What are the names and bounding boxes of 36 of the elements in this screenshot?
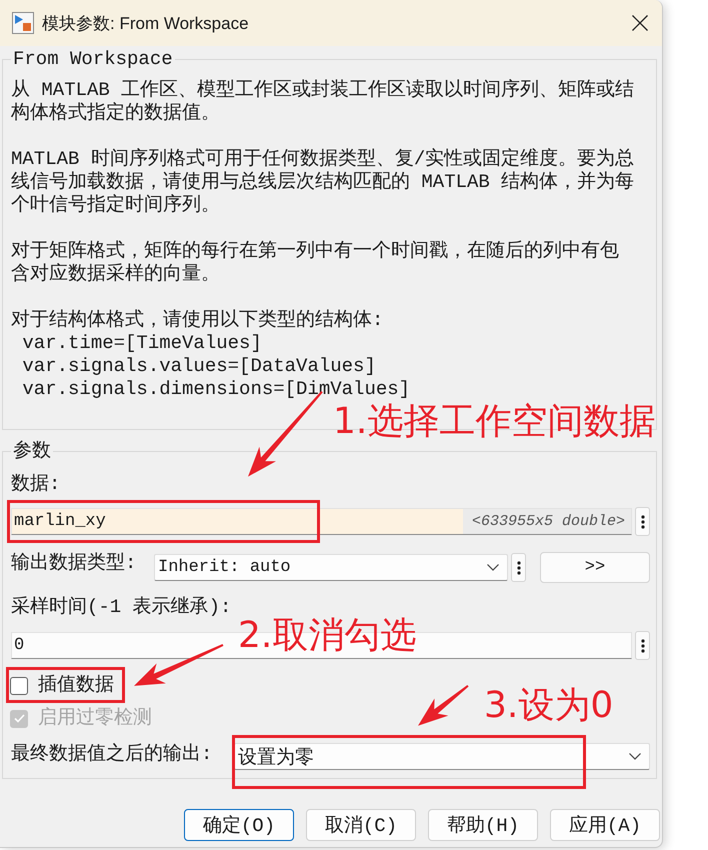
chevron-down-icon — [629, 753, 641, 760]
close-icon[interactable] — [632, 15, 648, 31]
more-options-button[interactable] — [635, 631, 650, 660]
annotation-text: 3.设为0 — [484, 684, 614, 728]
field-label: 最终数据值之后的输出: — [11, 743, 214, 766]
description-paragraph: MATLAB 时间序列格式可用于任何数据类型、复/实性或固定维度。要为总线信号加载数据，请使用与总线层次结构匹配的 MATLAB 结构体，并为每个叶信号指定时间序列。 — [11, 148, 636, 217]
pointer-arrow — [418, 685, 469, 726]
dialog-button[interactable]: 应用(A) — [550, 809, 660, 841]
description-paragraph: 对于结构体格式，请使用以下类型的结构体: var.time=[TimeValues] var.signals.values=[DataValues] var.signals.dimensions=[DimValues] — [11, 309, 412, 401]
check-icon — [14, 714, 24, 723]
description-paragraph: 从 MATLAB 工作区、模型工作区或封装工作区读取以时间序列、矩阵或结构体格式指定的数据值。 — [11, 79, 636, 125]
variable-size-label: <633955x5 double> — [463, 509, 631, 534]
annotation-text: 1.选择工作空间数据 — [333, 400, 656, 444]
field-label: 采样时间(-1 表示继承): — [11, 596, 232, 619]
dialog-button[interactable]: 确定(O) — [184, 809, 294, 841]
field-label: 数据: — [11, 473, 60, 496]
group-title: 参数 — [12, 440, 52, 463]
vertical-ellipsis-icon — [640, 638, 644, 652]
block-icon — [12, 12, 34, 34]
vertical-ellipsis-icon — [516, 560, 520, 574]
more-options-button[interactable] — [635, 507, 650, 536]
vertical-ellipsis-icon — [640, 514, 644, 528]
group-title: From Workspace — [12, 48, 174, 71]
description-paragraph: 对于矩阵格式，矩阵的每行在第一列中有一个时间戳，在随后的列中有包含对应数据采样的向量。 — [11, 240, 620, 286]
field-label: 输出数据类型: — [11, 552, 138, 575]
dialog-button[interactable]: 帮助(H) — [428, 809, 538, 841]
checkbox[interactable] — [10, 676, 28, 694]
data-type-dropdown[interactable]: Inherit: auto — [154, 554, 508, 581]
chevron-down-icon — [487, 564, 499, 571]
final-output-dropdown[interactable]: 设置为零 — [234, 743, 650, 770]
more-options-button[interactable] — [511, 553, 526, 582]
data-type-assistant-button[interactable]: >> — [540, 552, 650, 583]
data-input-field[interactable]: marlin_xy <633955x5 double> — [11, 508, 632, 535]
dialog-button[interactable]: 取消(C) — [306, 809, 416, 841]
window-title: 模块参数: From Workspace — [42, 12, 250, 34]
checkbox-label[interactable]: 插值数据 — [38, 674, 114, 697]
